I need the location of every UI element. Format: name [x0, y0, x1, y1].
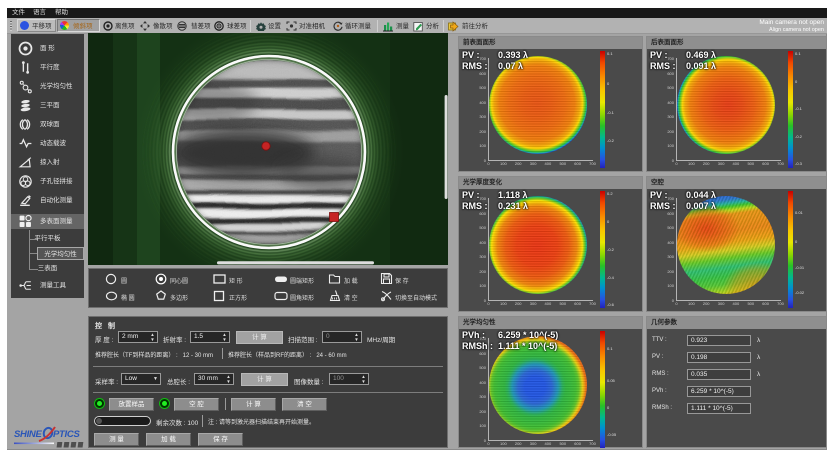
svg-text:PTICS: PTICS [53, 429, 80, 440]
svg-text:SHINE: SHINE [14, 429, 42, 440]
